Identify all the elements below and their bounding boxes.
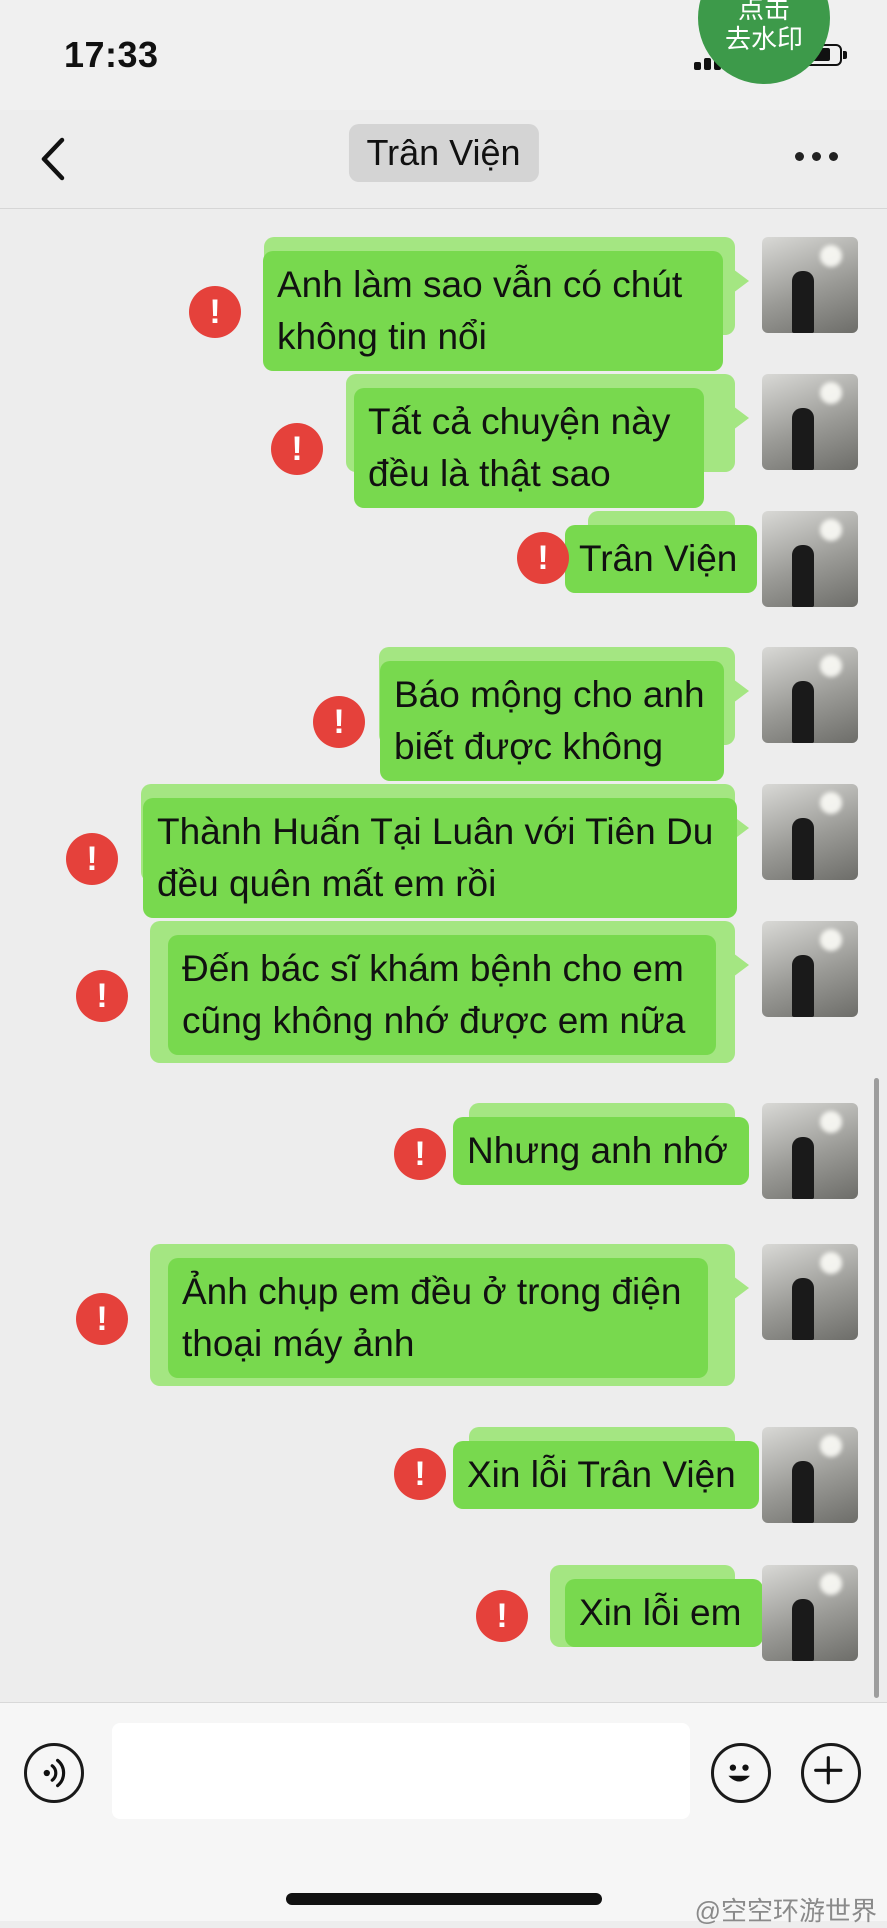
send-failed-icon[interactable]: ! [76, 970, 128, 1022]
message-text: Đến bác sĩ khám bệnh cho em [182, 948, 684, 989]
send-failed-icon[interactable]: ! [66, 833, 118, 885]
message-bubble[interactable]: Xin lỗi Trân Viện [453, 1441, 759, 1509]
message-row: Xin lỗi em! [0, 1565, 887, 1667]
emoji-icon[interactable] [711, 1743, 771, 1803]
message-text: Trân Viện [579, 538, 738, 579]
send-failed-icon[interactable]: ! [476, 1590, 528, 1642]
avatar[interactable] [762, 374, 858, 470]
send-failed-icon[interactable]: ! [76, 1293, 128, 1345]
ellipsis-icon[interactable] [795, 152, 839, 164]
message-row: Đến bác sĩ khám bệnh cho em cũng không nh… [0, 921, 887, 1083]
avatar[interactable] [762, 511, 858, 607]
message-text: Tất cả chuyện này [368, 401, 671, 442]
watermark-credit: @空空环游世界 [694, 1896, 877, 1926]
send-failed-icon[interactable]: ! [313, 696, 365, 748]
voice-icon[interactable] [24, 1743, 84, 1803]
avatar[interactable] [762, 1565, 858, 1661]
message-text: Xin lỗi em [579, 1592, 742, 1633]
status-bar: 17:33 点击 去水印 [0, 0, 887, 110]
message-row: Anh làm sao vẫn có chút không tin nổi! [0, 237, 887, 371]
message-bubble[interactable]: Nhưng anh nhớ [453, 1117, 749, 1185]
avatar[interactable] [762, 921, 858, 1017]
input-bar: @空空环游世界 [0, 1702, 887, 1926]
message-text: cũng không nhớ được em nữa [182, 1000, 686, 1041]
message-input[interactable] [112, 1723, 690, 1819]
avatar[interactable] [762, 784, 858, 880]
message-text: đều là thật sao [368, 453, 611, 494]
status-time: 17:33 [64, 34, 159, 75]
avatar[interactable] [762, 647, 858, 743]
message-row: Thành Huấn Tại Luân với Tiên Du đều quên … [0, 784, 887, 918]
message-bubble[interactable]: Ảnh chụp em đều ở trong điện thoại máy ản… [168, 1258, 708, 1378]
message-bubble[interactable]: Đến bác sĩ khám bệnh cho em cũng không nh… [168, 935, 716, 1055]
scrollbar[interactable] [874, 1078, 879, 1698]
plus-icon[interactable] [801, 1743, 861, 1803]
badge-line-1: 点击 [737, 0, 790, 24]
message-bubble[interactable]: Thành Huấn Tại Luân với Tiên Du đều quên … [143, 798, 737, 918]
chat-header: Trân Viện [0, 110, 887, 209]
message-bubble[interactable]: Xin lỗi em [565, 1579, 763, 1647]
message-bubble[interactable]: Báo mộng cho anh biết được không [380, 661, 724, 781]
message-bubble[interactable]: Anh làm sao vẫn có chút không tin nổi [263, 251, 723, 371]
avatar[interactable] [762, 1427, 858, 1523]
message-text: Ảnh chụp em đều ở trong điện [182, 1271, 682, 1312]
message-text: Thành Huấn Tại Luân với Tiên Du [157, 811, 714, 852]
badge-line-2: 去水印 [724, 24, 803, 54]
send-failed-icon[interactable]: ! [271, 423, 323, 475]
send-failed-icon[interactable]: ! [394, 1128, 446, 1180]
home-indicator[interactable] [286, 1893, 602, 1905]
message-row: Báo mộng cho anh biết được không! [0, 647, 887, 781]
chevron-left-icon[interactable] [34, 134, 74, 184]
send-failed-icon[interactable]: ! [189, 286, 241, 338]
message-bubble[interactable]: Tất cả chuyện này đều là thật sao [354, 388, 704, 508]
message-text: đều quên mất em rồi [157, 863, 497, 904]
message-row: Trân Viện! [0, 511, 887, 607]
message-row: Nhưng anh nhớ! [0, 1103, 887, 1199]
avatar[interactable] [762, 237, 858, 333]
send-failed-icon[interactable]: ! [394, 1448, 446, 1500]
avatar[interactable] [762, 1244, 858, 1340]
message-text: Nhưng anh nhớ [467, 1130, 728, 1171]
message-row: Xin lỗi Trân Viện! [0, 1427, 887, 1523]
message-text: biết được không [394, 726, 664, 767]
message-text: thoại máy ảnh [182, 1323, 415, 1364]
send-failed-icon[interactable]: ! [517, 532, 569, 584]
message-row: Ảnh chụp em đều ở trong điện thoại máy ản… [0, 1244, 887, 1406]
message-bubble[interactable]: Trân Viện [565, 525, 757, 593]
message-row: Tất cả chuyện này đều là thật sao! [0, 374, 887, 508]
message-text: Xin lỗi Trân Viện [467, 1454, 736, 1495]
message-list[interactable]: Anh làm sao vẫn có chút không tin nổi! Tất… [0, 209, 887, 1701]
remove-watermark-badge[interactable]: 点击 去水印 [698, 0, 830, 84]
contact-name[interactable]: Trân Viện [348, 124, 539, 182]
message-text: không tin nổi [277, 316, 487, 357]
avatar[interactable] [762, 1103, 858, 1199]
message-text: Anh làm sao vẫn có chút [277, 264, 683, 305]
message-text: Báo mộng cho anh [394, 674, 705, 715]
